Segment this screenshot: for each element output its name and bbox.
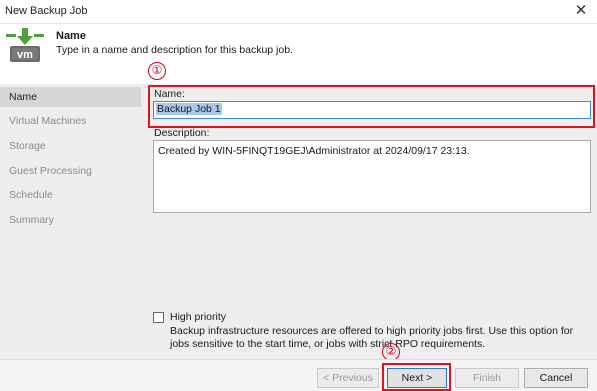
high-priority-label[interactable]: High priority — [170, 311, 226, 323]
job-name-input[interactable]: Backup Job 1 — [153, 101, 591, 119]
sidebar-item-schedule[interactable]: Schedule — [0, 185, 141, 205]
window-title: New Backup Job — [5, 5, 88, 17]
sidebar-item-summary[interactable]: Summary — [0, 210, 141, 230]
name-field-label: Name: — [154, 88, 185, 100]
vm-backup-icon: vm — [6, 28, 44, 62]
finish-button[interactable]: Finish — [455, 368, 519, 388]
previous-button[interactable]: < Previous — [317, 368, 379, 388]
annotation-marker-1: ① — [148, 62, 166, 80]
wizard-header: vm Name Type in a name and description f… — [0, 24, 597, 84]
description-textarea[interactable]: Created by WIN-5FINQT19GEJ\Administrator… — [153, 140, 591, 213]
description-field-label: Description: — [154, 127, 210, 139]
job-name-value: Backup Job 1 — [156, 103, 222, 115]
wizard-steps-sidebar: Name Virtual Machines Storage Guest Proc… — [0, 84, 143, 359]
sidebar-item-name[interactable]: Name — [0, 87, 141, 107]
logo-text: vm — [17, 49, 33, 61]
close-icon[interactable]: ✕ — [572, 2, 590, 20]
sidebar-item-guest-processing[interactable]: Guest Processing — [0, 161, 141, 181]
title-bar: New Backup Job ✕ — [0, 0, 597, 24]
high-priority-checkbox[interactable] — [153, 312, 164, 323]
sidebar-item-virtual-machines[interactable]: Virtual Machines — [0, 111, 141, 131]
next-button[interactable]: Next > — [387, 368, 447, 388]
page-description: Type in a name and description for this … — [56, 44, 293, 56]
cancel-button[interactable]: Cancel — [524, 368, 588, 388]
page-title: Name — [56, 30, 86, 42]
sidebar-item-storage[interactable]: Storage — [0, 136, 141, 156]
high-priority-description: Backup infrastructure resources are offe… — [170, 325, 574, 350]
